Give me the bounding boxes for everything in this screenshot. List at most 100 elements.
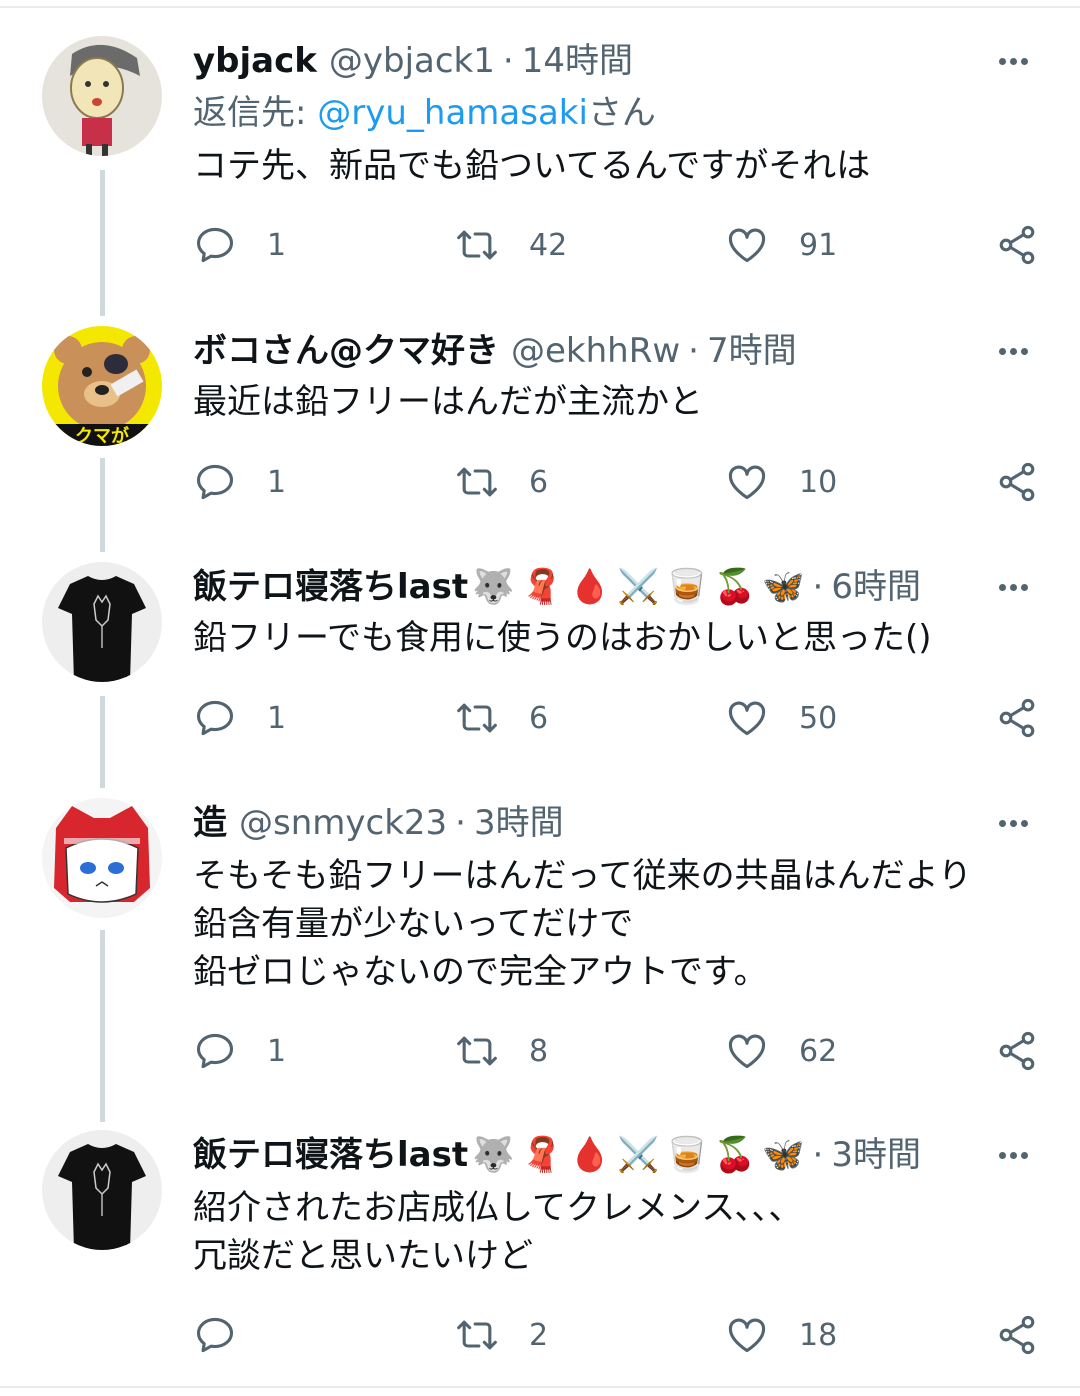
timestamp[interactable]: 3時間	[474, 798, 564, 848]
more-options-icon[interactable]	[988, 1130, 1038, 1180]
tweet-header: ボコさん@クマ好き @ekhhRw · 7時間	[193, 326, 1010, 376]
like-button[interactable]: 62	[725, 1026, 837, 1076]
reply-button[interactable]: 1	[193, 1026, 286, 1076]
tweet-text: 紹介されたお店成仏してクレメンス､､､ 冗談だと思いたいけど	[193, 1188, 787, 1276]
retweet-count: 42	[529, 227, 568, 263]
like-count: 18	[799, 1317, 838, 1353]
butterfly-emoji-icon: 🦋	[762, 567, 805, 607]
timestamp[interactable]: 14時間	[522, 36, 633, 86]
display-name[interactable]: 飯テロ寝落ちlast	[193, 562, 468, 612]
like-button[interactable]: 50	[725, 693, 837, 743]
share-button[interactable]	[995, 693, 1039, 743]
retweet-count: 6	[529, 464, 549, 500]
reply-icon	[196, 464, 234, 500]
tweet[interactable]: ybjack @ybjack1 · 14時間 返信先: @ryu_hamasak…	[0, 36, 1080, 296]
like-count: 50	[799, 700, 838, 736]
action-bar: 1 6 10	[0, 457, 1080, 507]
timestamp[interactable]: 3時間	[831, 1130, 921, 1180]
blood-drop-emoji-icon: 🩸	[568, 1135, 612, 1175]
separator-dot: ·	[812, 1135, 824, 1175]
separator-dot: ·	[812, 567, 824, 607]
reply-count: 1	[267, 464, 287, 500]
retweet-button[interactable]: 8	[455, 1026, 548, 1076]
tweet[interactable]: クマが ボコさん@クマ好き @ekhhRw · 7時間 最近は鉛フリーはんだが主…	[0, 326, 1080, 516]
action-bar: 2 18	[0, 1310, 1080, 1360]
avatar[interactable]	[42, 798, 162, 918]
retweet-button[interactable]: 42	[455, 220, 567, 270]
tweet[interactable]: 造 @snmyck23 · 3時間 そもそも鉛フリーはんだって従来の共晶はんだよ…	[0, 798, 1080, 1088]
separator-dot: ·	[455, 803, 466, 843]
reply-button[interactable]	[193, 1310, 267, 1360]
reply-prefix: 返信先:	[193, 93, 318, 133]
like-button[interactable]: 91	[725, 220, 837, 270]
like-button[interactable]: 10	[725, 457, 837, 507]
heart-icon	[728, 1318, 766, 1353]
reply-icon	[196, 227, 234, 263]
heart-icon	[728, 701, 766, 736]
user-handle[interactable]: @ybjack1	[329, 36, 495, 86]
retweet-icon	[457, 230, 497, 260]
avatar[interactable]: クマが	[42, 326, 162, 446]
more-options-icon[interactable]	[988, 562, 1038, 612]
like-button[interactable]: 18	[725, 1310, 837, 1360]
display-name[interactable]: ybjack	[193, 36, 317, 86]
retweet-icon	[457, 467, 497, 497]
like-count: 62	[799, 1033, 838, 1069]
display-name[interactable]: ボコさん@クマ好き	[193, 326, 499, 376]
more-options-icon[interactable]	[988, 36, 1038, 86]
tweet-text: 鉛フリーでも食用に使うのはおかしいと思った()	[193, 618, 932, 658]
share-icon	[999, 698, 1035, 738]
retweet-button[interactable]: 2	[455, 1310, 548, 1360]
blood-drop-emoji-icon: 🩸	[568, 567, 612, 607]
tweet-header: ybjack @ybjack1 · 14時間	[193, 36, 1010, 86]
share-icon	[999, 1031, 1035, 1071]
butterfly-emoji-icon: 🦋	[762, 1135, 805, 1175]
action-bar: 1 6 50	[0, 693, 1080, 743]
tweet-header: 飯テロ寝落ちlast 🐺 🧣 🩸 ⚔️ 🥃 🍒 🦋 · 6時間	[193, 562, 1010, 612]
share-icon	[999, 225, 1035, 265]
timestamp[interactable]: 7時間	[707, 326, 797, 376]
avatar-label: クマが	[75, 425, 129, 446]
share-button[interactable]	[995, 457, 1039, 507]
display-name[interactable]: 造	[193, 798, 227, 848]
avatar[interactable]	[42, 562, 162, 682]
heart-icon	[728, 1034, 766, 1069]
cherries-emoji-icon: 🍒	[713, 567, 757, 607]
reply-button[interactable]: 1	[193, 220, 286, 270]
share-icon	[999, 462, 1035, 502]
heart-icon	[728, 465, 766, 500]
reply-count: 1	[267, 700, 287, 736]
reply-mention[interactable]: @ryu_hamasaki	[317, 93, 588, 133]
avatar[interactable]	[42, 1130, 162, 1250]
reply-button[interactable]: 1	[193, 693, 286, 743]
reply-suffix: さん	[587, 93, 656, 133]
scarf-emoji-icon: 🧣	[520, 567, 563, 607]
share-icon	[999, 1315, 1035, 1355]
tweet[interactable]: 飯テロ寝落ちlast 🐺 🧣 🩸 ⚔️ 🥃 🍒 🦋 · 6時間 鉛フリーでも食用…	[0, 562, 1080, 752]
tweet-header: 造 @snmyck23 · 3時間	[193, 798, 1010, 848]
tweet-text: そもそも鉛フリーはんだって従来の共晶はんだより 鉛含有量が少ないってだけで 鉛ゼ…	[193, 856, 972, 992]
reply-icon	[196, 700, 234, 736]
share-button[interactable]	[995, 1026, 1039, 1076]
timestamp[interactable]: 6時間	[831, 562, 921, 612]
retweet-icon	[457, 1320, 497, 1350]
avatar[interactable]	[42, 36, 162, 156]
user-handle[interactable]: @snmyck23	[239, 798, 447, 848]
share-button[interactable]	[995, 220, 1039, 270]
retweet-count: 8	[529, 1033, 549, 1069]
retweet-count: 6	[529, 700, 549, 736]
retweet-button[interactable]: 6	[455, 693, 548, 743]
reply-button[interactable]: 1	[193, 457, 286, 507]
reply-count: 1	[267, 1033, 287, 1069]
share-button[interactable]	[995, 1310, 1039, 1360]
more-options-icon[interactable]	[988, 326, 1038, 376]
more-options-icon[interactable]	[988, 798, 1038, 848]
tweet[interactable]: 飯テロ寝落ちlast 🐺 🧣 🩸 ⚔️ 🥃 🍒 🦋 · 3時間 紹介されたお店成…	[0, 1130, 1080, 1380]
tumbler-glass-emoji-icon: 🥃	[665, 567, 708, 607]
heart-icon	[728, 228, 766, 263]
cherries-emoji-icon: 🍒	[713, 1135, 757, 1175]
display-name[interactable]: 飯テロ寝落ちlast	[193, 1130, 468, 1180]
crossed-swords-emoji-icon: ⚔️	[617, 567, 660, 607]
retweet-button[interactable]: 6	[455, 457, 548, 507]
user-handle[interactable]: @ekhhRw	[511, 326, 680, 376]
